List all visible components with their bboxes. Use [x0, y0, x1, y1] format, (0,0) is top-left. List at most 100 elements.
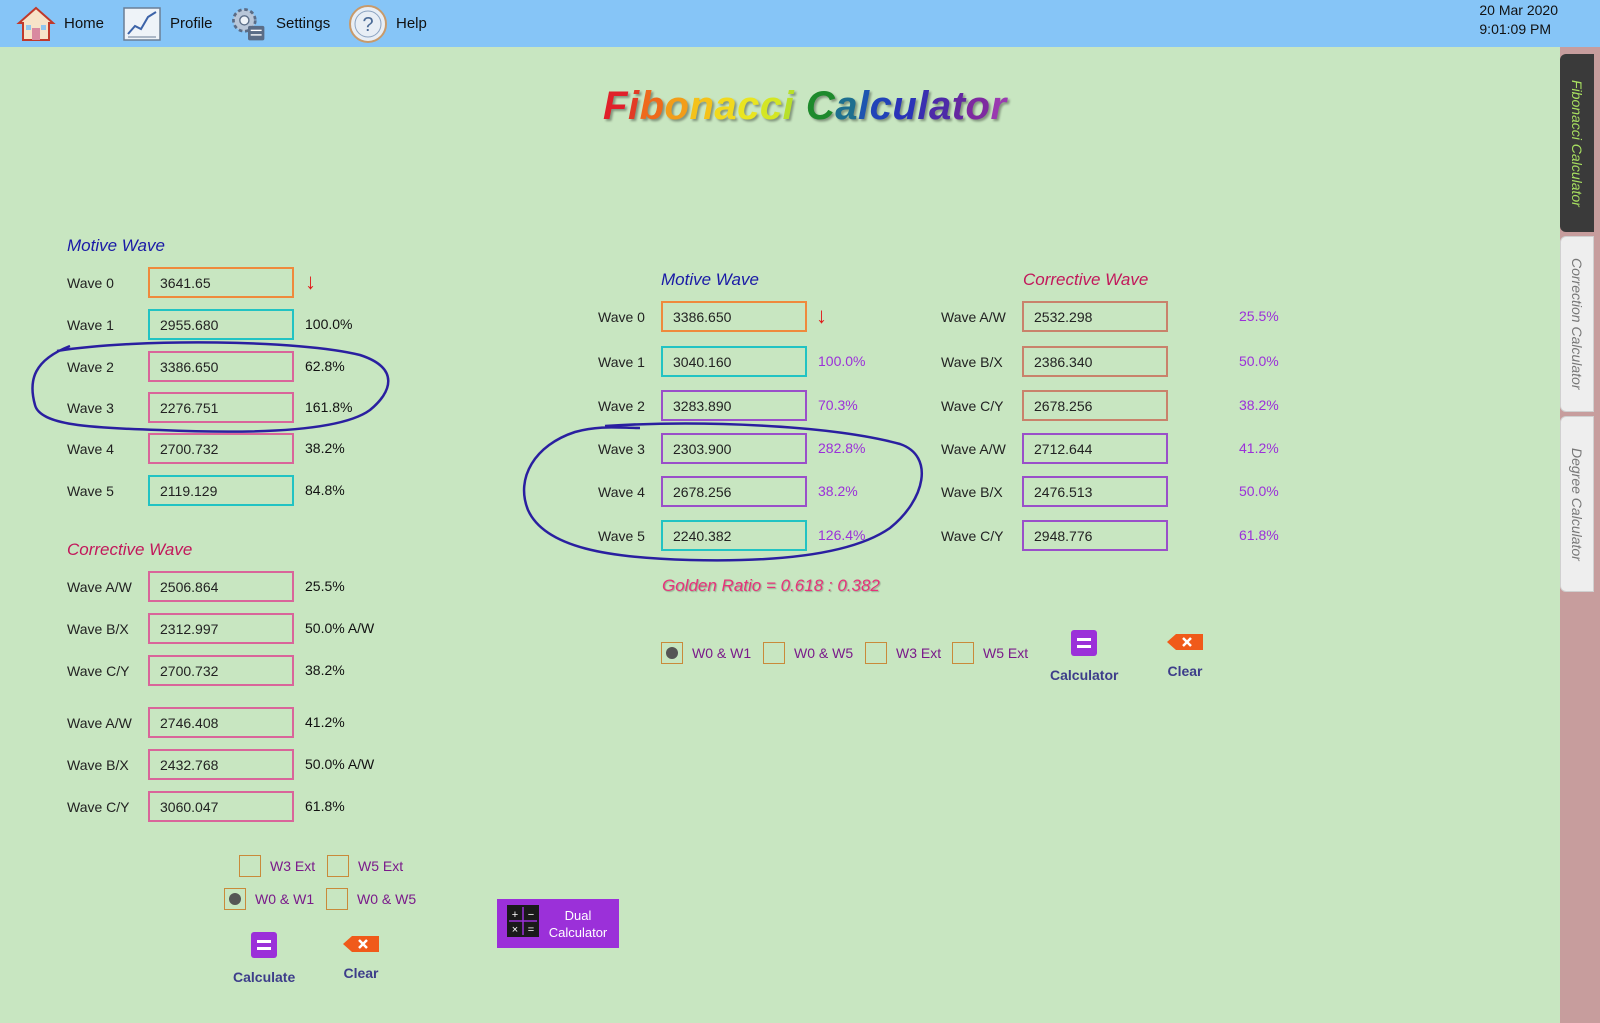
- wave-ratio-text: 38.2%: [305, 662, 345, 678]
- wave-row-label: Wave 3: [67, 392, 114, 424]
- checkbox[interactable]: [327, 855, 349, 877]
- title-letter: u: [892, 84, 918, 128]
- wave-ratio-text: 25.5%: [305, 578, 345, 594]
- date-text: 20 Mar 2020: [1479, 2, 1558, 18]
- radio-selected[interactable]: [661, 642, 683, 664]
- wave-ratio-text: 161.8%: [305, 399, 353, 415]
- left-clear-button[interactable]: Clear: [343, 934, 379, 981]
- wave-value-field[interactable]: 2119.129: [148, 475, 294, 506]
- title-letter: l: [917, 84, 929, 128]
- right-clear-button[interactable]: Clear: [1167, 632, 1203, 679]
- tab-degree-calculator[interactable]: Degree Calculator: [1560, 416, 1594, 592]
- equals-icon: [251, 932, 278, 963]
- nav-home-label: Home: [64, 15, 105, 32]
- wave-value-field[interactable]: 2678.256: [1022, 390, 1168, 421]
- wave-value-field[interactable]: 3060.047: [148, 791, 294, 822]
- title-letter: c: [869, 84, 893, 128]
- wave-value-field[interactable]: 3641.65: [148, 267, 294, 298]
- wave-row-label: Wave 1: [598, 346, 645, 378]
- checkbox[interactable]: [952, 642, 974, 664]
- svg-text:+: +: [512, 909, 518, 921]
- wave-value-field[interactable]: 2955.680: [148, 309, 294, 340]
- right-option-w0-w5[interactable]: W0 & W5: [763, 642, 853, 664]
- checkbox[interactable]: [865, 642, 887, 664]
- wave-value-field[interactable]: 2303.900: [661, 433, 807, 464]
- svg-text:×: ×: [512, 924, 518, 936]
- right-option-w3-ext[interactable]: W3 Ext: [865, 642, 941, 664]
- left-motive-title: Motive Wave: [67, 236, 165, 255]
- wave-row-label: Wave A/W: [941, 433, 1006, 465]
- wave-value-field[interactable]: 3386.650: [661, 301, 807, 332]
- clear-label: Clear: [1167, 663, 1203, 679]
- checkbox[interactable]: [239, 855, 261, 877]
- wave-row-label: Wave 0: [598, 301, 645, 333]
- wave-label: Wave A/W: [67, 579, 132, 595]
- calculate-button[interactable]: Calculate: [233, 932, 295, 985]
- radio-dot: [229, 893, 241, 905]
- title-letter: t: [951, 84, 966, 128]
- nav-help[interactable]: ? Help: [348, 0, 427, 47]
- wave-value-field[interactable]: 2476.513: [1022, 476, 1168, 507]
- title-letter: a: [928, 84, 952, 128]
- checkbox[interactable]: [326, 888, 348, 910]
- chart-icon: [122, 4, 162, 44]
- left-option-w3-ext[interactable]: W3 Ext: [239, 855, 315, 877]
- wave-value-field[interactable]: 2276.751: [148, 392, 294, 423]
- right-motive-title: Motive Wave: [661, 270, 759, 289]
- title-letter: o: [965, 84, 991, 128]
- wave-label: Wave B/X: [67, 757, 129, 773]
- left-option-w0-w1[interactable]: W0 & W1: [224, 888, 314, 910]
- wave-value-field[interactable]: 2948.776: [1022, 520, 1168, 551]
- option-label: W0 & W5: [794, 645, 854, 661]
- right-option-w5-ext[interactable]: W5 Ext: [952, 642, 1028, 664]
- wave-value-field[interactable]: 2532.298: [1022, 301, 1168, 332]
- right-option-w0-w1[interactable]: W0 & W1: [661, 642, 751, 664]
- option-label: W5 Ext: [983, 645, 1029, 661]
- wave-value-field[interactable]: 2240.382: [661, 520, 807, 551]
- datetime-display: 20 Mar 2020 9:01:09 PM: [1479, 1, 1558, 39]
- wave-row-label: Wave 4: [598, 476, 645, 508]
- wave-value-field[interactable]: 3386.650: [148, 351, 294, 382]
- option-label: W3 Ext: [270, 858, 316, 874]
- wave-value-field[interactable]: 3040.160: [661, 346, 807, 377]
- wave-value-field[interactable]: 2700.732: [148, 655, 294, 686]
- wave-ratio-text: 126.4%: [818, 527, 866, 543]
- title-letter: F: [603, 84, 628, 128]
- wave-ratio-text: 100.0%: [305, 316, 353, 332]
- svg-text:=: =: [528, 924, 534, 936]
- dual-calculator-button[interactable]: + − × = Dual Calculator: [497, 899, 619, 948]
- wave-value-field[interactable]: 2678.256: [661, 476, 807, 507]
- wave-value-field[interactable]: 2432.768: [148, 749, 294, 780]
- wave-value-field[interactable]: 2506.864: [148, 571, 294, 602]
- clear-icon: [343, 934, 379, 959]
- nav-home[interactable]: Home: [16, 0, 104, 47]
- wave-value-field[interactable]: 2312.997: [148, 613, 294, 644]
- nav-profile[interactable]: Profile: [122, 0, 213, 47]
- title-letter: b: [639, 84, 665, 128]
- wave-label: Wave C/Y: [941, 528, 1004, 544]
- wave-value-field[interactable]: 2386.340: [1022, 346, 1168, 377]
- left-option-w0-w5[interactable]: W0 & W5: [326, 888, 416, 910]
- tab-correction-calculator[interactable]: Correction Calculator: [1560, 236, 1594, 412]
- wave-label: Wave 4: [67, 441, 114, 457]
- wave-value-field[interactable]: 3283.890: [661, 390, 807, 421]
- wave-label: Wave 0: [67, 275, 114, 291]
- radio-selected[interactable]: [224, 888, 246, 910]
- title-letter: a: [714, 84, 738, 128]
- calculator-button[interactable]: Calculator: [1050, 630, 1118, 683]
- tab-degree-label: Degree Calculator: [1569, 447, 1585, 561]
- wave-label: Wave 2: [67, 359, 114, 375]
- tab-fibonacci-calculator[interactable]: Fibonacci Calculator: [1560, 54, 1594, 232]
- left-option-w5-ext[interactable]: W5 Ext: [327, 855, 403, 877]
- wave-value-field[interactable]: 2700.732: [148, 433, 294, 464]
- dual-calculator-label: Dual Calculator: [548, 907, 608, 940]
- wave-value-field[interactable]: 2746.408: [148, 707, 294, 738]
- nav-settings[interactable]: Settings: [228, 0, 330, 47]
- title-letter: n: [689, 84, 715, 128]
- wave-row-label: Wave 3: [598, 433, 645, 465]
- wave-ratio-text: 61.8%: [305, 798, 345, 814]
- app-title: Fibonacci Calculator: [603, 84, 1007, 129]
- checkbox[interactable]: [763, 642, 785, 664]
- wave-value-field[interactable]: 2712.644: [1022, 433, 1168, 464]
- wave-label: Wave C/Y: [67, 799, 130, 815]
